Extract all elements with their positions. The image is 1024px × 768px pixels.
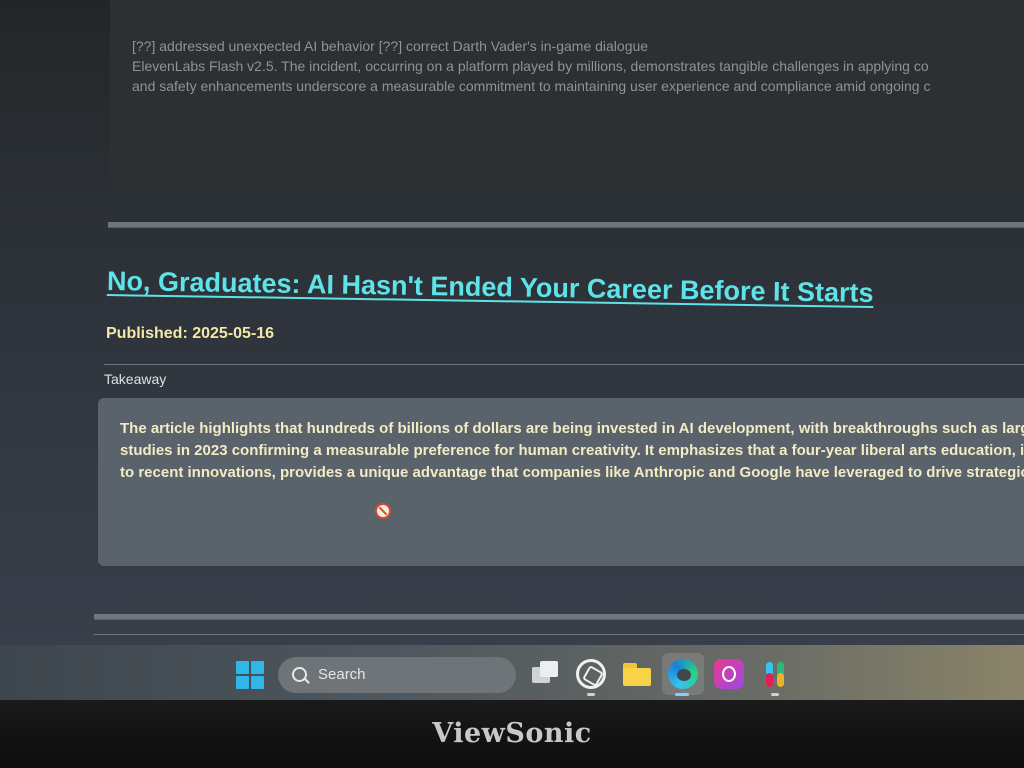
edge-icon[interactable] (668, 659, 698, 689)
takeaway-label: Takeaway (104, 371, 167, 387)
article-title-link[interactable]: No, Graduates: AI Hasn't Ended Your Care… (107, 266, 874, 309)
previous-article-card: [??] addressed unexpected AI behavior [?… (110, 0, 1024, 190)
task-view-icon[interactable] (530, 659, 560, 689)
browser-page: [??] addressed unexpected AI behavior [?… (0, 0, 1024, 640)
slack-icon[interactable] (760, 659, 790, 689)
takeaway-line-3: to recent innovations, provides a unique… (120, 464, 1024, 481)
section-divider-bottom-2 (94, 634, 1024, 635)
published-date: Published: 2025-05-16 (106, 325, 275, 342)
section-divider-top (108, 222, 1024, 228)
monitor-brand-logo: ViewSonic (432, 718, 592, 749)
takeaway-card: The article highlights that hundreds of … (98, 398, 1024, 566)
previous-article-line-3: and safety enhancements underscore a mea… (132, 78, 931, 94)
slack-running-indicator (771, 693, 779, 696)
section-divider-bottom (94, 614, 1024, 620)
taskbar-search-box[interactable]: Search (278, 657, 516, 693)
monitor-screen: [??] addressed unexpected AI behavior [?… (0, 0, 1024, 700)
title-divider (104, 364, 1024, 365)
takeaway-line-2: studies in 2023 confirming a measurable … (120, 442, 1024, 459)
chatgpt-icon[interactable] (576, 659, 606, 689)
search-icon (292, 667, 307, 682)
chatgpt-running-indicator (587, 693, 595, 696)
windows-taskbar: Search (0, 645, 1024, 700)
previous-article-line-1: [??] addressed unexpected AI behavior [?… (132, 38, 649, 54)
takeaway-line-1: The article highlights that hundreds of … (120, 420, 1024, 437)
file-explorer-icon[interactable] (622, 659, 652, 689)
takeaway-text: The article highlights that hundreds of … (120, 418, 1024, 484)
windows-start-icon[interactable] (236, 661, 264, 689)
previous-article-line-2: ElevenLabs Flash v2.5. The incident, occ… (132, 58, 929, 74)
edge-running-indicator (675, 693, 689, 696)
previous-article-text: [??] addressed unexpected AI behavior [?… (132, 36, 1024, 96)
copilot-icon[interactable] (714, 659, 744, 689)
search-placeholder: Search (318, 666, 366, 683)
not-allowed-cursor-icon (375, 503, 391, 519)
monitor-bezel: ViewSonic (0, 700, 1024, 768)
